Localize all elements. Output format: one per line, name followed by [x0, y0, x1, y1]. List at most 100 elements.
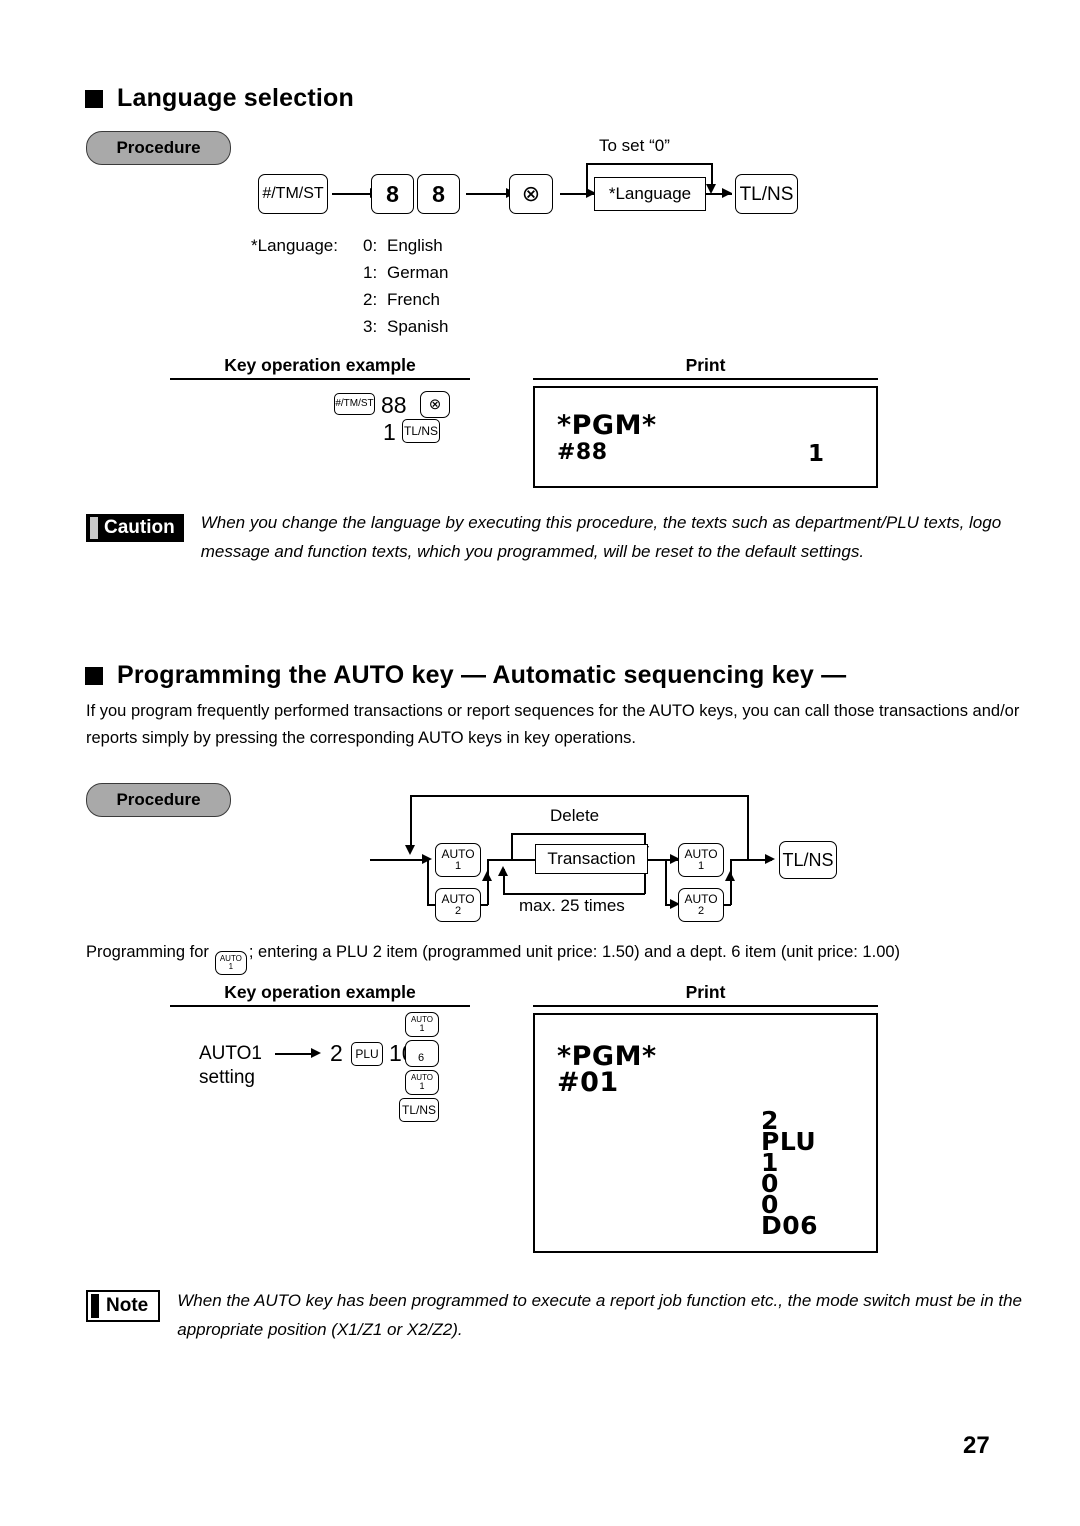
- key-tmst-label: #/TM/ST: [262, 185, 324, 202]
- key-op1-tmst: #/TM/ST: [334, 393, 375, 415]
- diagram-line: [410, 795, 412, 847]
- language-option-row: 3: Spanish: [251, 313, 448, 340]
- key-op1-digits-88: 88: [381, 392, 407, 418]
- auto-key-intro-paragraph: If you program frequently performed tran…: [86, 702, 1020, 747]
- diagram-line: [586, 163, 713, 165]
- column-rule: [170, 1005, 470, 1007]
- column-header-key-operation-1-label: Key operation example: [224, 355, 416, 375]
- procedure-badge-language: Procedure: [86, 131, 231, 165]
- diagram-line: [332, 193, 372, 195]
- language-option-name: French: [387, 290, 440, 309]
- language-option-name: English: [387, 236, 443, 255]
- diagram-line: [711, 163, 713, 186]
- diagram-line: [724, 904, 731, 906]
- key-op1-tlns-label: TL/NS: [403, 424, 438, 438]
- note-badge-label: Note: [106, 1294, 149, 1316]
- key-auto2-left: AUTO 2: [435, 888, 481, 922]
- key-auto2-left-labels: AUTO 2: [441, 893, 474, 917]
- programming-for-paragraph: Programming for AUTO 1 ; entering a PLU 2 i…: [86, 939, 1036, 976]
- inline-key-auto1: AUTO 1: [214, 951, 247, 976]
- note-badge: Note: [86, 1290, 161, 1322]
- inline-key-auto1-labels: AUTO 1: [220, 954, 242, 972]
- language-option-name: German: [387, 263, 449, 282]
- receipt1-line-number: #88: [557, 440, 608, 465]
- key-op2-stack-auto1-second-labels: AUTO 1: [411, 1073, 433, 1092]
- auto1-setting-label-line1: AUTO1: [199, 1043, 263, 1064]
- key-auto1-left-line2: 1: [454, 859, 462, 872]
- inline-key-auto1-line2: 1: [228, 962, 234, 972]
- section-heading-language-label: Language selection: [117, 84, 354, 112]
- diagram-line: [427, 904, 436, 906]
- max-times-label-text: max. 25 times: [519, 896, 625, 915]
- diagram-arrow-icon: [765, 854, 775, 864]
- bullet-square-icon: [85, 666, 103, 685]
- key-digit-8-first: 8: [371, 174, 414, 214]
- diagram-line: [481, 904, 488, 906]
- language-options-list: *Language: 0: English 1: German 2: Frenc…: [251, 232, 448, 340]
- caution-badge: Caution: [86, 514, 184, 542]
- max-times-label: max. 25 times: [519, 896, 625, 916]
- diagram-line: [487, 859, 489, 905]
- key-auto2-right-line2: 2: [697, 904, 705, 917]
- section-heading-auto-key: Programming the AUTO key — Automatic seq…: [85, 661, 846, 690]
- language-option-name: Spanish: [387, 317, 449, 336]
- diagram-line: [644, 873, 646, 894]
- key-multiply-label: ⊗: [521, 181, 541, 206]
- diagram-line: [511, 833, 645, 835]
- receipt2-right-line: D06: [761, 1211, 819, 1240]
- language-option-code: 0:: [363, 236, 378, 255]
- receipt2-line-number: #01: [557, 1067, 619, 1098]
- column-rule: [533, 378, 878, 380]
- column-header-print-2: Print: [533, 982, 878, 1003]
- diagram-line: [466, 193, 508, 195]
- diagram-arrow-icon: [405, 845, 415, 855]
- language-option-code: 1:: [363, 263, 378, 282]
- caution-badge-tab-icon: [90, 516, 98, 539]
- note-badge-tab-icon: [91, 1293, 99, 1318]
- key-tlns-label: TL/NS: [739, 183, 794, 205]
- diagram-line: [665, 859, 667, 905]
- section-heading-language: Language selection: [85, 84, 354, 113]
- key-auto2-left-line1: AUTO: [441, 891, 475, 906]
- print-receipt-box-2: *PGM* #01 2 PLU 1 0 0 D06: [533, 1013, 878, 1253]
- key-op2-plu: PLU: [351, 1042, 383, 1066]
- key-auto1-right-labels: AUTO 1: [684, 848, 717, 872]
- diagram-line: [410, 795, 748, 797]
- key-op1-tlns: TL/NS: [402, 419, 440, 443]
- key-digit-8-first-label: 8: [386, 180, 399, 207]
- column-header-print-2-label: Print: [685, 982, 726, 1002]
- key-auto1-left: AUTO 1: [435, 843, 481, 877]
- delete-loop-label: Delete: [550, 806, 599, 826]
- caution-badge-label: Caution: [104, 516, 175, 538]
- caution-callout: Caution When you change the language by …: [86, 513, 1026, 566]
- column-header-key-operation-2: Key operation example: [170, 982, 470, 1003]
- key-auto1-left-labels: AUTO 1: [441, 848, 474, 872]
- key-tlns: TL/NS: [735, 174, 798, 214]
- note-callout: Note When the AUTO key has been programm…: [86, 1290, 1026, 1344]
- page-number: 27: [963, 1432, 990, 1459]
- note-text: When the AUTO key has been programmed to…: [177, 1291, 1023, 1339]
- key-op2-stack-tlns: TL/NS: [399, 1098, 439, 1122]
- diagram-line: [511, 833, 513, 859]
- key-op1-digit-1: 1: [383, 419, 396, 445]
- delete-loop-label-text: Delete: [550, 806, 600, 825]
- key-auto2-right: AUTO 2: [678, 888, 724, 922]
- key-auto1-right-line1: AUTO: [684, 846, 718, 861]
- diagram-arrow-icon: [725, 871, 735, 881]
- loop-label-to-set-zero: To set “0”: [599, 136, 670, 156]
- key-op2-stack-2-line2: 1: [419, 1080, 425, 1091]
- receipt1-line-value: 1: [808, 441, 825, 467]
- key-op2-stack-0-line2: 1: [419, 1022, 425, 1033]
- key-tmst: #/TM/ST: [258, 174, 328, 214]
- column-rule: [533, 1005, 878, 1007]
- diagram-arrow-icon: [482, 871, 492, 881]
- language-option-code: 2:: [363, 290, 378, 309]
- diagram-line: [275, 1053, 315, 1055]
- language-option-row: 2: French: [251, 286, 448, 313]
- procedure-badge-auto-label: Procedure: [116, 790, 201, 809]
- key-tlns-auto-diagram-label: TL/NS: [782, 850, 834, 870]
- section-heading-auto-key-label: Programming the AUTO key — Automatic seq…: [117, 661, 847, 689]
